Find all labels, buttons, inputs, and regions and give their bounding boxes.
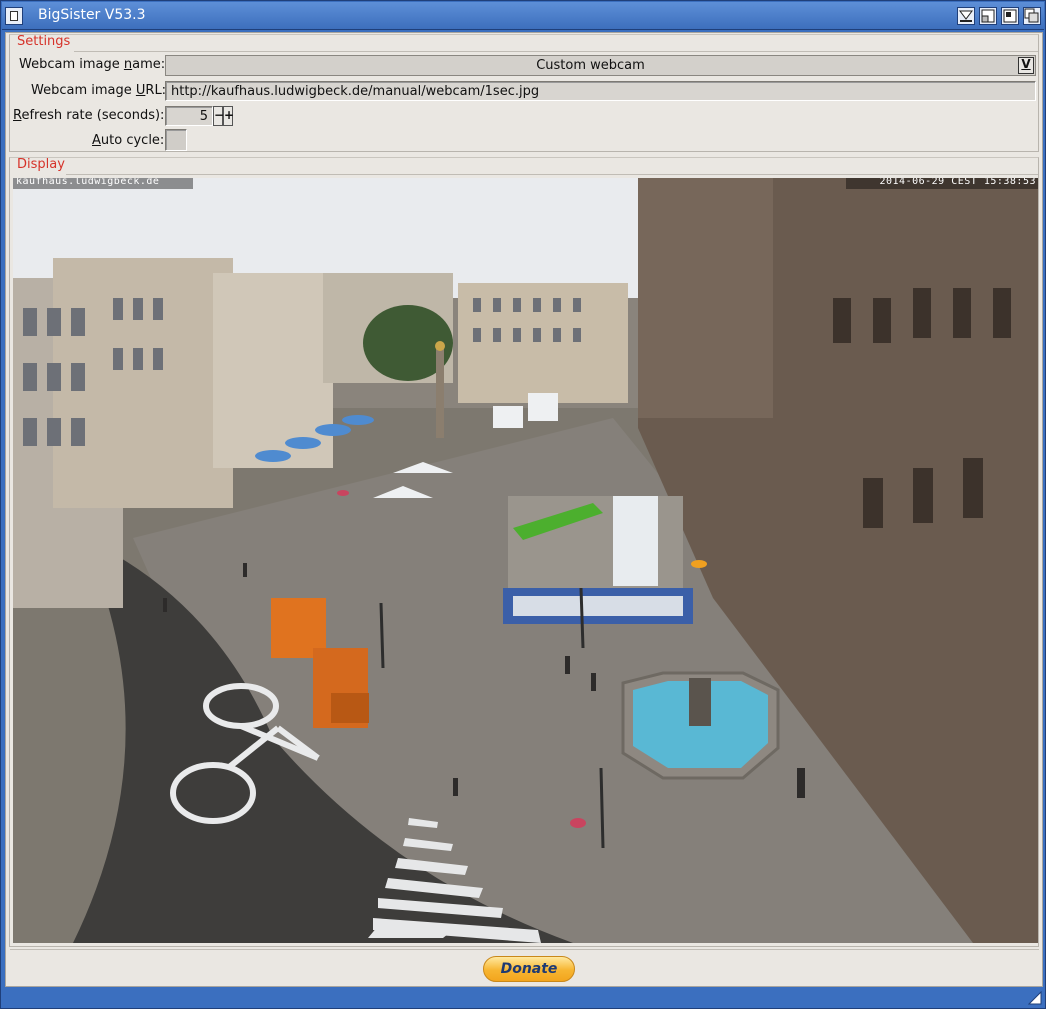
plus-icon: +: [224, 108, 235, 122]
url-label: Webcam image URL:: [31, 83, 167, 98]
donate-button[interactable]: Donate: [483, 956, 575, 982]
iconify-icon: [959, 10, 973, 22]
refresh-rate-label: Refresh rate (seconds):: [13, 108, 165, 123]
url-value: http://kaufhaus.ludwigbeck.de/manual/web…: [171, 84, 540, 99]
close-button[interactable]: [5, 7, 23, 25]
refresh-rate-stepper: 5 − +: [165, 106, 237, 126]
refresh-rate-value: 5: [199, 109, 208, 124]
decrement-button[interactable]: −: [213, 106, 224, 126]
zoom-button[interactable]: [1001, 7, 1019, 25]
increment-button[interactable]: +: [223, 106, 235, 126]
display-divider: [66, 174, 1038, 175]
image-name-value: Custom webcam: [536, 58, 645, 73]
webcam-image: kaufhaus.ludwigbeck.de 2014-06-29 CEST 1…: [13, 178, 1038, 943]
webcam-overlay-timestamp: 2014-06-29 CEST 15:38:53: [879, 178, 1036, 187]
auto-cycle-checkbox[interactable]: [165, 129, 187, 151]
image-name-dropdown[interactable]: Custom webcam V: [165, 55, 1036, 76]
resize-grip-icon[interactable]: [1028, 991, 1042, 1005]
settings-group: Settings Webcam image name: Custom webca…: [9, 34, 1039, 152]
app-window: BigSister V53.3 Settings Webcam image na…: [0, 0, 1046, 1009]
iconify-button[interactable]: [957, 7, 975, 25]
snapshot-icon: [981, 9, 995, 23]
settings-divider: [74, 51, 1038, 52]
client-area: Settings Webcam image name: Custom webca…: [5, 32, 1043, 987]
webcam-scene: [13, 178, 1038, 943]
display-group-title: Display: [17, 157, 65, 172]
image-name-label: Webcam image name:: [19, 57, 166, 72]
window-title: BigSister V53.3: [38, 7, 146, 23]
zoom-icon: [1003, 9, 1017, 23]
depth-button[interactable]: [1023, 7, 1041, 25]
dropdown-arrow-icon[interactable]: V: [1018, 57, 1034, 74]
depth-icon: [1024, 8, 1039, 23]
title-bar[interactable]: BigSister V53.3: [2, 2, 1044, 30]
snapshot-button[interactable]: [979, 7, 997, 25]
footer-bar: Donate: [10, 949, 1039, 984]
url-input[interactable]: http://kaufhaus.ludwigbeck.de/manual/web…: [165, 81, 1036, 101]
refresh-rate-input[interactable]: 5: [165, 106, 213, 126]
settings-group-title: Settings: [17, 34, 71, 49]
webcam-overlay-source: kaufhaus.ludwigbeck.de: [16, 178, 160, 187]
close-icon: [10, 11, 18, 21]
auto-cycle-label: Auto cycle:: [92, 133, 165, 148]
